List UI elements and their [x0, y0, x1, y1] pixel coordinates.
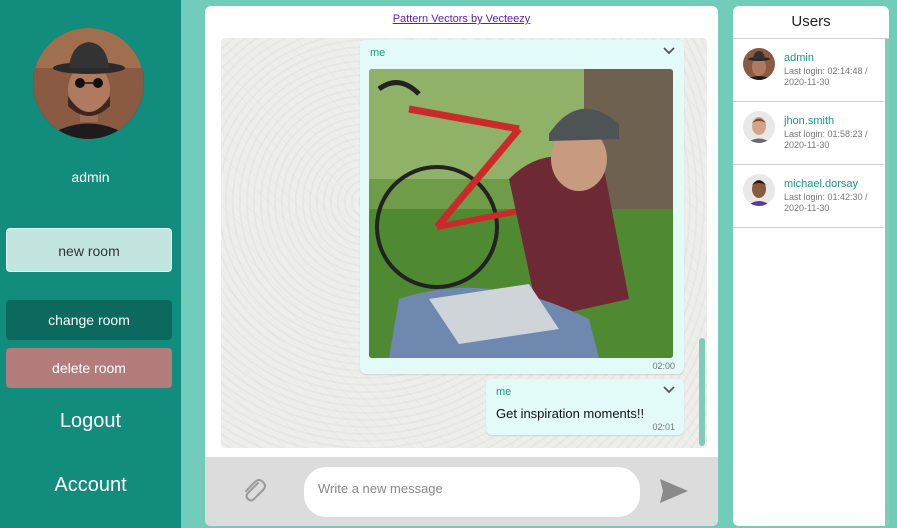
- user-last-login: Last login: 02:14:48 / 2020-11-30: [784, 66, 868, 87]
- profile-avatar: [33, 28, 144, 139]
- sidebar: admin new room change room delete room L…: [0, 0, 181, 528]
- message-text: Get inspiration moments!!: [496, 406, 645, 421]
- message-time: 02:01: [652, 422, 675, 432]
- chevron-down-icon[interactable]: [662, 46, 676, 56]
- message-composer: [205, 457, 718, 526]
- user-list-item[interactable]: michael.dorsay Last login: 01:42:30 / 20…: [733, 165, 884, 228]
- user-name: jhon.smith: [784, 115, 835, 127]
- change-room-button[interactable]: change room: [6, 300, 172, 340]
- user-last-login: Last login: 01:58:23 / 2020-11-30: [784, 129, 868, 150]
- avatar: [743, 48, 775, 80]
- avatar: [743, 174, 775, 206]
- users-panel-title: Users: [791, 13, 831, 30]
- user-list-item[interactable]: jhon.smith Last login: 01:58:23 / 2020-1…: [733, 102, 884, 165]
- user-name: admin: [784, 52, 814, 64]
- user-last-login: Last login: 01:42:30 / 2020-11-30: [784, 192, 868, 213]
- paperclip-icon[interactable]: [238, 475, 268, 505]
- message-scrollbar[interactable]: [699, 338, 705, 446]
- delete-room-button[interactable]: delete room: [6, 348, 172, 388]
- message-bubble-image: me 02:00: [360, 40, 684, 374]
- message-list[interactable]: me 02:00 me Get inspiration moments!! 02…: [221, 38, 707, 448]
- send-icon[interactable]: [658, 477, 690, 505]
- chat-panel: Pattern Vectors by Vecteezy me 02:00 me …: [205, 6, 718, 526]
- message-sender: me: [496, 386, 512, 398]
- current-username: admin: [71, 169, 110, 185]
- message-time: 02:00: [652, 361, 675, 371]
- users-panel: Users admin Last login: 02:14:48 / 2020-…: [733, 6, 889, 526]
- message-bubble-text: me Get inspiration moments!! 02:01: [486, 379, 684, 435]
- message-sender: me: [370, 47, 386, 59]
- message-input[interactable]: [304, 467, 640, 517]
- new-room-button[interactable]: new room: [6, 228, 172, 272]
- logout-link[interactable]: Logout: [0, 410, 181, 433]
- message-photo[interactable]: [369, 69, 673, 358]
- user-name: michael.dorsay: [784, 178, 858, 190]
- chevron-down-icon[interactable]: [662, 385, 676, 395]
- user-list-item[interactable]: admin Last login: 02:14:48 / 2020-11-30: [733, 39, 884, 102]
- avatar: [743, 111, 775, 143]
- users-scrollbar[interactable]: [885, 39, 889, 526]
- account-link[interactable]: Account: [0, 474, 181, 497]
- pattern-credit-link[interactable]: Pattern Vectors by Vecteezy: [205, 13, 718, 25]
